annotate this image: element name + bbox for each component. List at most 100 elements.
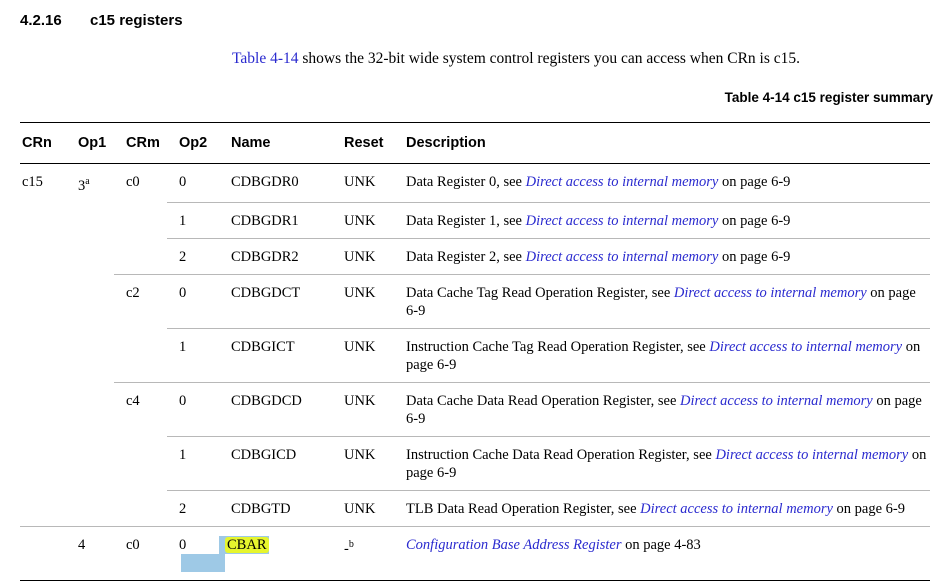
cell-crn — [20, 239, 66, 275]
header-crm: CRm — [114, 122, 167, 164]
cell-description: TLB Data Read Operation Register, see Di… — [394, 490, 930, 528]
cell-crn — [20, 203, 66, 239]
table-row: 2 CDBGDR2 UNK Data Register 2, see Direc… — [20, 238, 930, 276]
description-link[interactable]: Direct access to internal memory — [680, 393, 873, 409]
cell-name: CDBGICT — [219, 328, 332, 384]
description-link[interactable]: Direct access to internal memory — [674, 285, 867, 301]
intro-text: shows the 32-bit wide system control reg… — [298, 50, 801, 67]
cell-reset: UNK — [332, 238, 394, 276]
cell-crm — [114, 238, 167, 276]
cell-reset: UNK — [332, 202, 394, 240]
table-row: 1 CDBGICD UNK Instruction Cache Data Rea… — [20, 436, 930, 492]
cell-op2: 1 — [167, 328, 219, 384]
register-summary-table: CRn Op1 CRm Op2 Name Reset Description c… — [20, 122, 930, 582]
cell-crm: c0 — [114, 526, 167, 582]
description-link[interactable]: Configuration Base Address Register — [406, 537, 621, 553]
cell-description: Instruction Cache Data Read Operation Re… — [394, 436, 930, 492]
cell-op2: 1 — [167, 436, 219, 492]
cell-op1: 3a — [78, 176, 90, 194]
cell-reset: UNK — [332, 490, 394, 528]
cell-reset: UNK — [332, 274, 394, 330]
cell-crm — [114, 328, 167, 384]
cell-op2: 0 — [167, 382, 219, 438]
description-link[interactable]: Direct access to internal memory — [640, 501, 833, 517]
selection-highlight: CBAR — [219, 536, 269, 555]
cell-crn — [20, 526, 66, 582]
cell-name: CDBGDR2 — [219, 238, 332, 276]
table-row: 4 c0 0 CBAR -b Configuration Base Addres… — [20, 526, 930, 582]
selection-highlight — [181, 554, 225, 573]
cell-name: CBAR — [219, 526, 332, 582]
cell-op1 — [66, 239, 114, 275]
header-reset: Reset — [332, 122, 394, 164]
table-row: c2 0 CDBGDCT UNK Data Cache Tag Read Ope… — [20, 274, 930, 330]
cell-crm: c2 — [126, 285, 140, 302]
cell-name: CDBGDCD — [219, 382, 332, 438]
cell-crn — [20, 490, 66, 528]
cell-reset: UNK — [332, 382, 394, 438]
cell-op1 — [66, 275, 114, 329]
header-crn: CRn — [20, 122, 66, 164]
cell-reset: -b — [332, 526, 394, 582]
cell-name: CDBGDR0 — [219, 163, 332, 204]
cell-description: Data Cache Data Read Operation Register,… — [394, 382, 930, 438]
cell-name: CDBGTD — [219, 490, 332, 528]
table-row: 1 CDBGICT UNK Instruction Cache Tag Read… — [20, 328, 930, 384]
header-op1: Op1 — [66, 122, 114, 164]
cell-op2: 2 — [167, 238, 219, 276]
table-row: 1 CDBGDR1 UNK Data Register 1, see Direc… — [20, 202, 930, 240]
section-heading: 4.2.16 c15 registers — [20, 12, 183, 29]
cell-description: Data Register 0, see Direct access to in… — [394, 163, 930, 204]
description-link[interactable]: Direct access to internal memory — [526, 213, 719, 229]
description-link[interactable]: Direct access to internal memory — [715, 447, 908, 463]
cell-op2: 0 — [167, 163, 219, 204]
cell-op1 — [66, 437, 114, 491]
cell-name: CDBGDCT — [219, 274, 332, 330]
table-row: c15 3a c0 0 CDBGDR0 UNK Data Register 0,… — [20, 163, 930, 204]
cell-op2: 2 — [167, 490, 219, 528]
cell-crm: c4 — [126, 393, 140, 410]
cell-crn: c15 — [22, 174, 43, 190]
cbar-highlighted-name[interactable]: CBAR — [225, 537, 269, 554]
cell-crm — [114, 437, 167, 491]
intro-paragraph: Table 4-14 shows the 32-bit wide system … — [232, 50, 800, 68]
cell-name: CDBGICD — [219, 436, 332, 492]
cell-crm — [114, 203, 167, 239]
cell-op1 — [66, 329, 114, 383]
cell-name: CDBGDR1 — [219, 202, 332, 240]
cell-op2: 0 — [167, 526, 225, 582]
section-number: 4.2.16 — [20, 12, 62, 29]
cell-op1 — [66, 203, 114, 239]
description-link[interactable]: Direct access to internal memory — [526, 174, 719, 190]
cell-op1: 4 — [66, 526, 114, 582]
cell-description: Data Register 2, see Direct access to in… — [394, 238, 930, 276]
table-row: c4 0 CDBGDCD UNK Data Cache Data Read Op… — [20, 382, 930, 438]
description-link[interactable]: Direct access to internal memory — [526, 249, 719, 265]
cell-description: Data Cache Tag Read Operation Register, … — [394, 274, 930, 330]
cell-crn — [20, 437, 66, 491]
description-link[interactable]: Direct access to internal memory — [709, 339, 902, 355]
cell-op1 — [66, 490, 114, 528]
table-row: 2 CDBGTD UNK TLB Data Read Operation Reg… — [20, 490, 930, 528]
table-caption: Table 4-14 c15 register summary — [724, 90, 933, 105]
cell-op2: 0 — [167, 274, 219, 330]
cell-crn — [20, 329, 66, 383]
footnote-marker[interactable]: b — [349, 539, 354, 550]
header-op2: Op2 — [167, 122, 219, 164]
cell-description: Instruction Cache Tag Read Operation Reg… — [394, 328, 930, 384]
cell-crm: c0 — [126, 174, 140, 190]
cell-crn — [20, 383, 66, 437]
section-title: c15 registers — [90, 12, 183, 29]
cell-reset: UNK — [332, 328, 394, 384]
table-header-row: CRn Op1 CRm Op2 Name Reset Description — [20, 122, 930, 164]
cell-description: Data Register 1, see Direct access to in… — [394, 202, 930, 240]
header-description: Description — [394, 122, 930, 164]
cell-op2: 1 — [167, 202, 219, 240]
table-reference-link[interactable]: Table 4-14 — [232, 50, 299, 67]
cell-reset: UNK — [332, 163, 394, 204]
cell-crm — [114, 490, 167, 528]
cell-crn — [20, 275, 66, 329]
footnote-marker[interactable]: a — [85, 176, 89, 187]
cell-reset: UNK — [332, 436, 394, 492]
cell-description: Configuration Base Address Register on p… — [394, 526, 930, 582]
